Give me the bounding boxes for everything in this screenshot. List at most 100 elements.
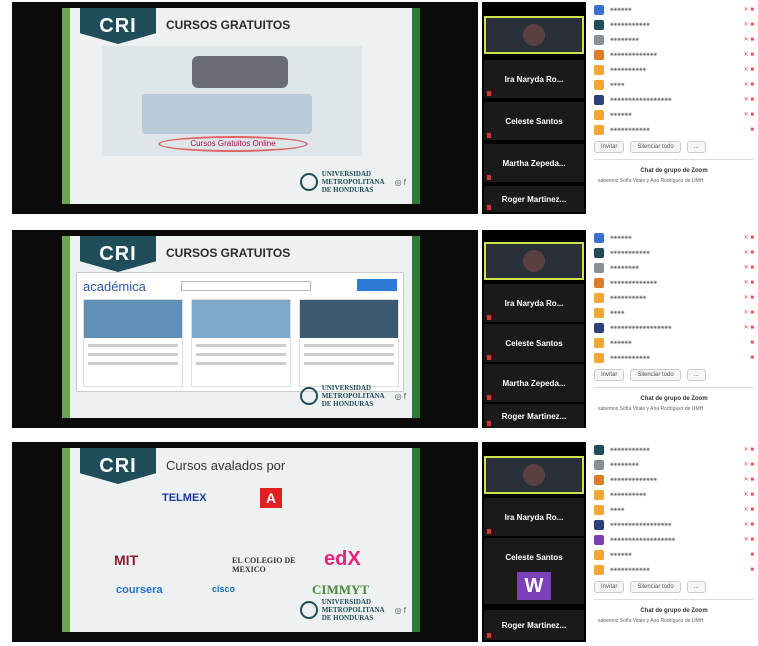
slide: CRI Cursos avalados por TELMEX A MIT EL … [62, 448, 420, 632]
list-item[interactable]: ●●●●●●●●●● ✕ ■ [594, 487, 754, 502]
mic-muted-icon [487, 205, 491, 210]
course-card[interactable] [191, 299, 291, 387]
video-strip: Ira Naryda Ro... Celeste Santos Martha Z… [482, 2, 586, 214]
list-item[interactable]: ●●●●●●●●●●●●●●●●●● ✕ ■ [594, 532, 754, 547]
more-button[interactable]: ... [686, 141, 706, 153]
camera-feed [523, 464, 545, 486]
list-item[interactable]: ●●●●●●●● ✕ ■ [594, 32, 754, 47]
mic-muted-icon [487, 133, 491, 138]
participant-tile[interactable]: Roger Martinez... [484, 404, 584, 428]
invite-button[interactable]: Invitar [594, 581, 625, 593]
mit-logo: MIT [114, 552, 139, 568]
search-button[interactable] [357, 279, 397, 291]
mute-all-button[interactable]: Silenciar todo [630, 141, 681, 153]
edx-logo: edX [324, 548, 361, 570]
avatar [594, 94, 604, 105]
avatar [594, 124, 604, 135]
mic-muted-icon [487, 529, 491, 534]
avatar [594, 352, 604, 363]
active-speaker-tile[interactable] [484, 16, 584, 54]
screen-share-area: CRI CURSOS GRATUITOS Cursos Gratuitos On… [12, 2, 478, 214]
invite-button[interactable]: Invitar [594, 141, 625, 153]
list-item[interactable]: ●●●●●●●●●● ✕ ■ [594, 62, 754, 77]
participant-tile-w[interactable]: W [484, 566, 584, 604]
list-item[interactable]: ●●●●●●●●●●●●● ✕ ■ [594, 472, 754, 487]
participant-tile[interactable]: Martha Zepeda... [484, 144, 584, 182]
screen-share-area: CRI CURSOS GRATUITOS académica UNIVERSID… [12, 230, 478, 428]
avatar [594, 232, 604, 243]
course-card[interactable] [83, 299, 183, 387]
participant-tile[interactable]: Roger Martinez... [484, 186, 584, 212]
list-item[interactable]: ●●●● ✕ ■ [594, 305, 754, 320]
participant-tile[interactable]: Ira Naryda Ro... [484, 284, 584, 322]
social-icons: ◎ f [394, 605, 406, 615]
list-item[interactable]: ●●●●●●●●●● ✕ ■ [594, 290, 754, 305]
list-item[interactable]: ●●●●●●●●●●● ✕ ■ [594, 442, 754, 457]
colmex-logo: EL COLEGIO DE MEXICO [232, 556, 296, 574]
participants-panel: ●●●●●● ✕ ■ ●●●●●●●●●●● ✕ ■ ●●●●●●●● ✕ ■ ●●●… [594, 2, 754, 214]
participant-tile[interactable]: Celeste Santos [484, 324, 584, 362]
university-seal-icon [299, 601, 318, 619]
avatar [594, 337, 604, 348]
list-item[interactable]: ●●●● ✕ ■ [594, 502, 754, 517]
list-item[interactable]: ●●●●●● ✕ ■ [594, 230, 754, 245]
list-item[interactable]: ●●●●●● ■ [594, 547, 754, 562]
participant-tile[interactable]: Martha Zepeda... [484, 364, 584, 402]
avatar [594, 519, 604, 530]
a-logo: A [260, 488, 282, 508]
avatar [594, 64, 604, 75]
chat-title: Chat de grupo de Zoom [640, 396, 708, 402]
list-item[interactable]: ●●●●●●●●●●●●● ✕ ■ [594, 275, 754, 290]
more-button[interactable]: ... [686, 369, 706, 381]
university-logo: UNIVERSIDAD METROPOLITANA DE HONDURAS ◎ … [299, 170, 406, 194]
mute-all-button[interactable]: Silenciar todo [630, 369, 681, 381]
participant-tile[interactable]: Roger Martinez... [484, 610, 584, 640]
participant-tile[interactable]: Ira Naryda Ro... [484, 60, 584, 98]
participant-tile[interactable]: Ira Naryda Ro... [484, 498, 584, 536]
active-speaker-tile[interactable] [484, 242, 584, 280]
chat-message: sabemos Sofía Vitale y Ana Rodríguez de … [598, 618, 704, 624]
avatar [594, 247, 604, 258]
list-item[interactable]: ●●●●●● ✕ ■ [594, 107, 754, 122]
list-item[interactable]: ●●●●●●●●●●●●●●●●● ✕ ■ [594, 92, 754, 107]
chat-title: Chat de grupo de Zoom [640, 608, 708, 614]
more-button[interactable]: ... [686, 581, 706, 593]
mute-all-button[interactable]: Silenciar todo [630, 581, 681, 593]
list-item[interactable]: ●●●●●●●●●●●●● ✕ ■ [594, 47, 754, 62]
course-card[interactable] [299, 299, 399, 387]
avatar [594, 19, 604, 30]
zoom-panel-2: CRI CURSOS GRATUITOS académica UNIVERSID… [12, 230, 754, 428]
list-item[interactable]: ●●●●●●●●●●●●●●●●● ✕ ■ [594, 320, 754, 335]
search-input[interactable] [181, 281, 311, 291]
avatar [594, 459, 604, 470]
list-item[interactable]: ●●●●●●●●●●● ✕ ■ [594, 17, 754, 32]
university-logo: UNIVERSIDAD METROPOLITANA DE HONDURAS ◎ … [299, 384, 406, 408]
cri-logo: CRI [80, 236, 156, 272]
avatar [594, 564, 604, 575]
list-item[interactable]: ●●●● ✕ ■ [594, 77, 754, 92]
avatar [594, 262, 604, 273]
invite-button[interactable]: Invitar [594, 369, 625, 381]
slide: CRI CURSOS GRATUITOS académica UNIVERSID… [62, 236, 420, 418]
list-item[interactable]: ●●●●●●●●●●● ■ [594, 350, 754, 365]
slide-accent-left [62, 8, 70, 204]
participant-tile[interactable]: Celeste Santos [484, 102, 584, 140]
mic-muted-icon [487, 395, 491, 400]
social-icons: ◎ f [394, 177, 406, 187]
university-seal-icon [299, 173, 318, 191]
list-item[interactable]: ●●●●●● ✕ ■ [594, 2, 754, 17]
screen-share-area: CRI Cursos avalados por TELMEX A MIT EL … [12, 442, 478, 642]
avatar [594, 49, 604, 60]
mic-muted-icon [487, 421, 491, 426]
avatar [594, 534, 604, 545]
list-item[interactable]: ●●●●●●●●●●● ✕ ■ [594, 245, 754, 260]
list-item[interactable]: ●●●●●●●● ✕ ■ [594, 260, 754, 275]
video-strip: Ira Naryda Ro... Celeste Santos W Roger … [482, 442, 586, 642]
avatar [594, 549, 604, 560]
list-item[interactable]: ●●●●●●●●●●●●●●●●● ✕ ■ [594, 517, 754, 532]
list-item[interactable]: ●●●●●● ■ [594, 335, 754, 350]
list-item[interactable]: ●●●●●●●●●●● ■ [594, 562, 754, 577]
list-item[interactable]: ●●●●●●●● ✕ ■ [594, 457, 754, 472]
list-item[interactable]: ●●●●●●●●●●● ■ [594, 122, 754, 137]
active-speaker-tile[interactable] [484, 456, 584, 494]
